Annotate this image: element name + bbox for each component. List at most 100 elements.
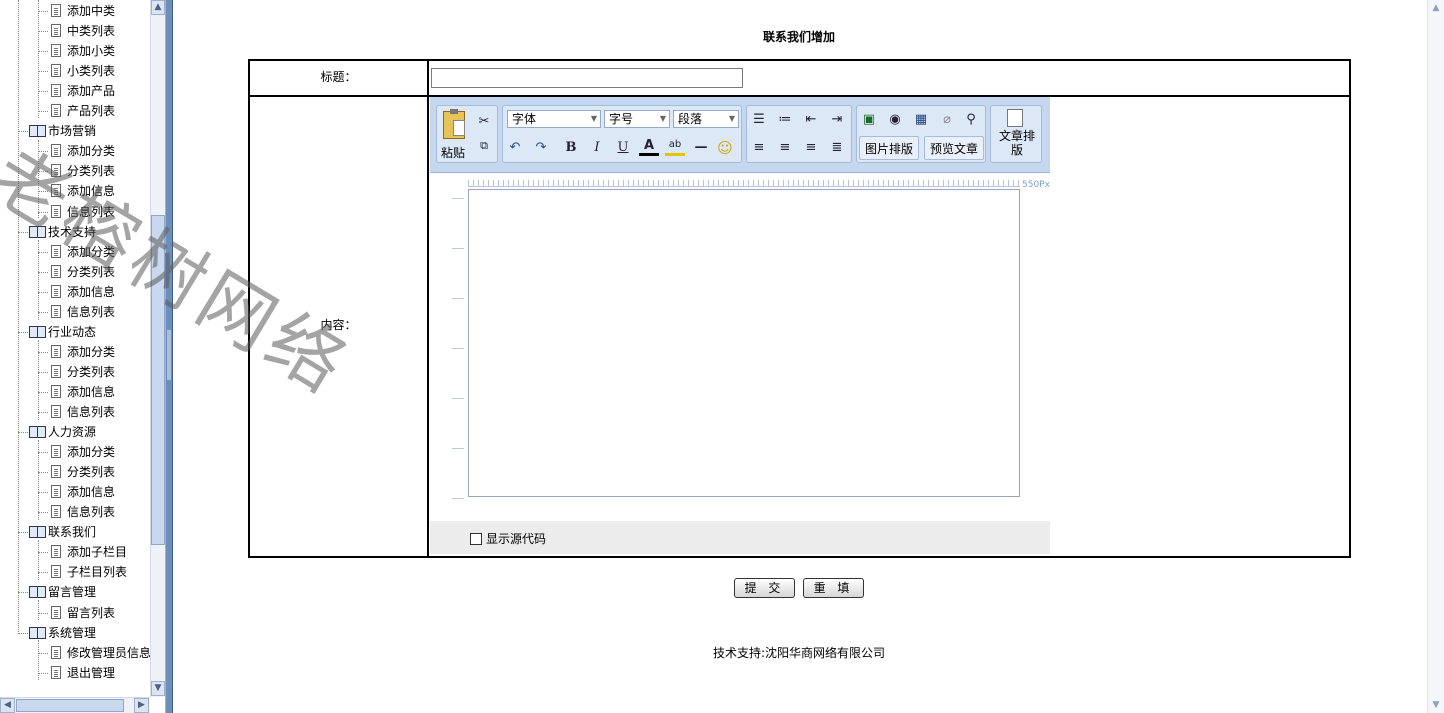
italic-icon[interactable]: I bbox=[587, 138, 607, 158]
article-layout-button[interactable]: 文章排版 bbox=[995, 129, 1039, 157]
image-layout-button[interactable]: 图片排版 bbox=[859, 136, 919, 160]
align-justify-icon[interactable]: ≣ bbox=[827, 138, 847, 158]
tree-item-label[interactable]: 联系我们 bbox=[48, 522, 96, 542]
preview-article-button[interactable]: 预览文章 bbox=[924, 136, 984, 160]
tree-connector bbox=[38, 291, 48, 294]
insert-table-icon[interactable]: ▦ bbox=[911, 110, 931, 130]
outdent-icon[interactable]: ⇤ bbox=[801, 110, 821, 130]
tree-item-label[interactable]: 添加子栏目 bbox=[67, 542, 127, 562]
font-color-icon[interactable]: A bbox=[639, 138, 659, 156]
align-left-icon[interactable]: ≡ bbox=[749, 138, 769, 158]
scroll-up-icon[interactable]: ▲ bbox=[1428, 0, 1444, 16]
tree-item-label[interactable]: 添加中类 bbox=[67, 1, 115, 21]
tree-item-label[interactable]: 添加小类 bbox=[67, 41, 115, 61]
tree-item-label[interactable]: 人力资源 bbox=[48, 422, 96, 442]
left-horizontal-scrollbar[interactable]: ◀ ▶ bbox=[0, 697, 150, 713]
tree-item-label[interactable]: 留言列表 bbox=[67, 603, 115, 623]
tree-item-label[interactable]: 子栏目列表 bbox=[67, 562, 127, 582]
tree-connector bbox=[38, 452, 48, 454]
paragraph-select[interactable]: 段落 ▼ bbox=[673, 110, 739, 128]
highlight-icon[interactable]: ab bbox=[665, 138, 685, 156]
tree-item-label[interactable]: 信息列表 bbox=[67, 302, 115, 322]
size-select-value: 字号 bbox=[609, 112, 634, 126]
tree-item-label[interactable]: 添加分类 bbox=[67, 442, 115, 462]
insert-media-icon[interactable]: ◉ bbox=[885, 110, 905, 130]
ruler-unit-label: 550Px bbox=[1022, 180, 1050, 190]
main-vertical-scrollbar[interactable]: ▲ ▼ bbox=[1427, 0, 1444, 713]
horizontal-ruler: 550Px bbox=[430, 173, 1050, 190]
tree-item-label[interactable]: 分类列表 bbox=[67, 262, 115, 282]
book-icon bbox=[29, 626, 46, 639]
article-icon[interactable] bbox=[1007, 109, 1023, 127]
submit-button[interactable]: 提 交 bbox=[734, 578, 795, 598]
splitter-grip[interactable] bbox=[167, 330, 171, 380]
tree-item-label[interactable]: 系统管理 bbox=[48, 623, 96, 643]
tree-item-label[interactable]: 添加信息 bbox=[67, 282, 115, 302]
underline-icon[interactable]: U bbox=[613, 138, 633, 158]
document-icon bbox=[51, 645, 61, 659]
tree-item-label[interactable]: 添加分类 bbox=[67, 242, 115, 262]
tree-item-label[interactable]: 添加信息 bbox=[67, 181, 115, 201]
main-content: 联系我们增加 标题： 内容： 粘贴 ✂ ⧉ 字体 ▼ 字号 ▼ 段落 ▼ ↶ ↷… bbox=[174, 0, 1427, 713]
tree-item-label[interactable]: 市场营销 bbox=[48, 121, 96, 141]
find-icon[interactable]: ⚲ bbox=[961, 110, 981, 130]
horizontal-rule-icon[interactable]: — bbox=[691, 138, 711, 158]
column-divider bbox=[427, 61, 429, 556]
editor-content-area[interactable] bbox=[468, 189, 1020, 497]
tree-item-label[interactable]: 添加分类 bbox=[67, 141, 115, 161]
tree-item-label[interactable]: 中类列表 bbox=[67, 21, 115, 41]
tree-item-label[interactable]: 信息列表 bbox=[67, 502, 115, 522]
font-group: 字体 ▼ 字号 ▼ 段落 ▼ ↶ ↷ B I U A ab — ☺ bbox=[502, 105, 742, 163]
bold-icon[interactable]: B bbox=[561, 138, 581, 158]
paste-icon[interactable] bbox=[443, 109, 465, 139]
font-select[interactable]: 字体 ▼ bbox=[507, 110, 601, 128]
ordered-list-icon[interactable]: ☰ bbox=[749, 110, 769, 130]
size-select[interactable]: 字号 ▼ bbox=[604, 110, 670, 128]
tree-connector bbox=[38, 600, 40, 620]
insert-image-icon[interactable]: ▣ bbox=[859, 110, 879, 130]
emoticon-icon[interactable]: ☺ bbox=[715, 138, 735, 158]
tree-item-label[interactable]: 信息列表 bbox=[67, 402, 115, 422]
copy-icon[interactable]: ⧉ bbox=[474, 136, 494, 156]
tree-item-label[interactable]: 留言管理 bbox=[48, 582, 96, 602]
tree-item-label[interactable]: 退出管理 bbox=[67, 663, 115, 683]
left-vertical-scrollbar[interactable]: ▲ ▼ bbox=[150, 0, 165, 697]
cut-icon[interactable]: ✂ bbox=[474, 112, 494, 132]
align-center-icon[interactable]: ≡ bbox=[775, 138, 795, 158]
scroll-down-icon[interactable]: ▼ bbox=[151, 681, 165, 696]
scroll-left-icon[interactable]: ◀ bbox=[0, 698, 15, 713]
indent-icon[interactable]: ⇥ bbox=[827, 110, 847, 130]
tree-item-label[interactable]: 行业动态 bbox=[48, 322, 96, 342]
insert-link-icon[interactable]: ⌀ bbox=[937, 110, 957, 130]
book-icon bbox=[29, 425, 46, 439]
tree-item-label[interactable]: 添加分类 bbox=[67, 342, 115, 362]
title-input[interactable] bbox=[431, 68, 743, 88]
tree-item-label[interactable]: 添加产品 bbox=[67, 81, 115, 101]
undo-icon[interactable]: ↶ bbox=[505, 138, 525, 158]
tree-item-label[interactable]: 产品列表 bbox=[67, 101, 115, 121]
tree-item-label[interactable]: 修改管理员信息 bbox=[67, 643, 151, 663]
unordered-list-icon[interactable]: ≔ bbox=[775, 110, 795, 130]
hscroll-thumb[interactable] bbox=[16, 699, 124, 712]
reset-button[interactable]: 重 填 bbox=[803, 578, 864, 598]
scroll-down-icon[interactable]: ▼ bbox=[1428, 697, 1444, 713]
tree-item-label[interactable]: 小类列表 bbox=[67, 61, 115, 81]
scroll-right-icon[interactable]: ▶ bbox=[134, 698, 149, 713]
paste-label[interactable]: 粘贴 bbox=[441, 144, 465, 161]
scroll-up-icon[interactable]: ▲ bbox=[151, 0, 165, 15]
tree-item-label[interactable]: 技术支持 bbox=[48, 222, 96, 242]
tree-item-label[interactable]: 分类列表 bbox=[67, 462, 115, 482]
tree-item-label[interactable]: 分类列表 bbox=[67, 161, 115, 181]
tree-item-label[interactable]: 添加信息 bbox=[67, 482, 115, 502]
tree-item-label[interactable]: 添加信息 bbox=[67, 382, 115, 402]
show-source-checkbox[interactable] bbox=[470, 533, 482, 545]
tree-item-label[interactable]: 信息列表 bbox=[67, 202, 115, 222]
dropdown-arrow-icon: ▼ bbox=[659, 114, 666, 123]
align-right-icon[interactable]: ≡ bbox=[801, 138, 821, 158]
document-icon bbox=[51, 184, 61, 198]
document-icon bbox=[51, 465, 61, 479]
frame-splitter[interactable] bbox=[165, 0, 173, 713]
scroll-thumb[interactable] bbox=[151, 215, 165, 545]
tree-item-label[interactable]: 分类列表 bbox=[67, 362, 115, 382]
redo-icon[interactable]: ↷ bbox=[531, 138, 551, 158]
